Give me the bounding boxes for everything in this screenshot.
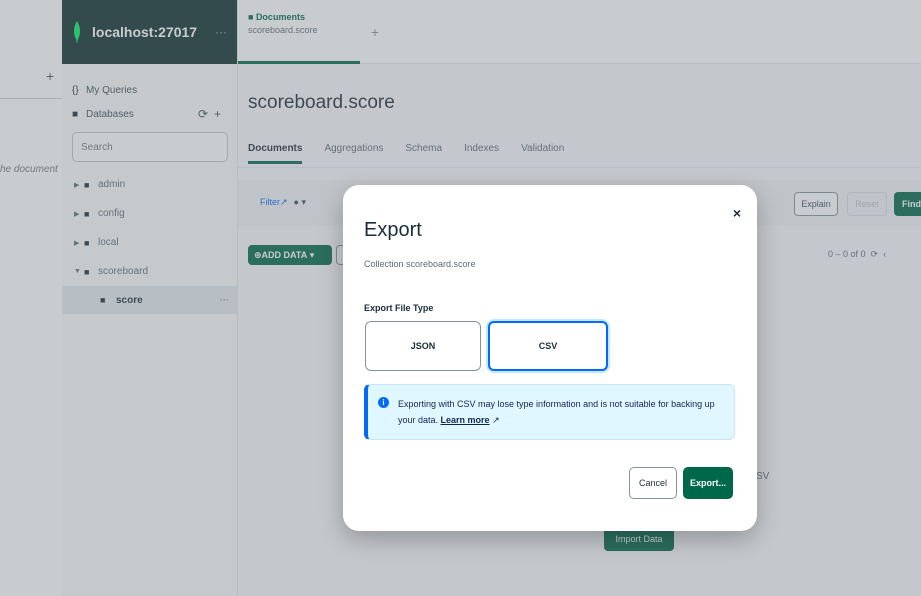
modal-subtitle: Collection scoreboard.score xyxy=(364,259,476,269)
export-button[interactable]: Export... xyxy=(683,467,733,499)
file-type-json-option[interactable]: JSON xyxy=(365,321,481,371)
external-link-icon: ↗ xyxy=(492,415,500,425)
export-modal: × Export Collection scoreboard.score Exp… xyxy=(343,185,757,531)
modal-title: Export xyxy=(364,219,422,241)
file-type-csv-option[interactable]: CSV xyxy=(488,321,608,371)
info-icon: i xyxy=(378,397,389,408)
close-icon[interactable]: × xyxy=(733,205,741,221)
info-banner: i Exporting with CSV may lose type infor… xyxy=(364,384,735,440)
cancel-button[interactable]: Cancel xyxy=(629,467,677,499)
learn-more-link[interactable]: Learn more xyxy=(441,415,490,425)
info-text: Exporting with CSV may lose type informa… xyxy=(398,399,715,425)
file-type-label: Export File Type xyxy=(364,303,434,313)
